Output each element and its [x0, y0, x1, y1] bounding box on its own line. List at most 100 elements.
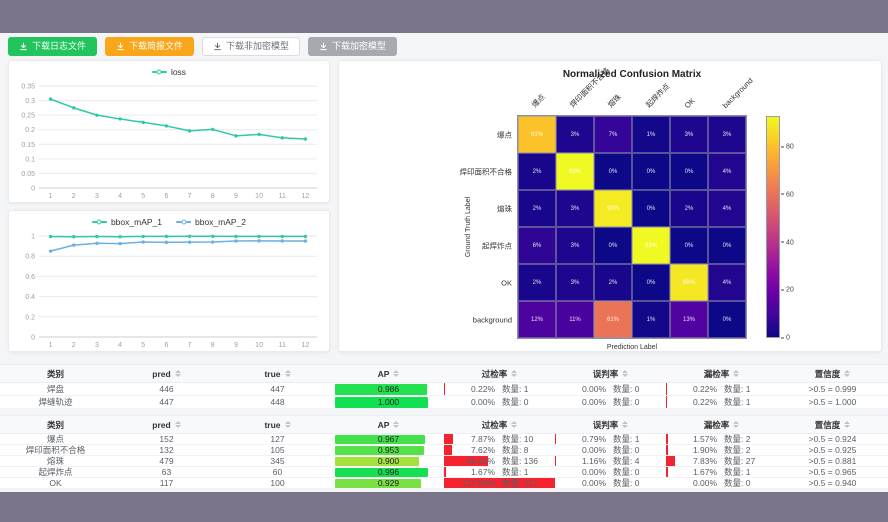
svg-text:0.35: 0.35	[21, 84, 35, 91]
svg-text:1: 1	[49, 193, 53, 200]
ap-bar	[335, 457, 419, 466]
download-plain-model-button[interactable]: 下载非加密模型	[202, 37, 300, 56]
rate-count: 数量: 117	[502, 478, 555, 489]
rate-percent: 0.00%	[555, 445, 606, 455]
sort-caret-icon[interactable]	[733, 370, 739, 377]
rate-count: 数量: 1	[724, 396, 777, 408]
matrix-cell: 0%	[708, 301, 746, 338]
dashboard: 下载日志文件 下载简报文件 下载非加密模型 下载加密模型	[0, 33, 888, 492]
legend-bbox_mAP_1[interactable]: bbox_mAP_1	[92, 217, 162, 227]
column-header-5[interactable]: 误判率	[555, 416, 666, 433]
matrix-cell: 3%	[556, 227, 594, 264]
svg-text:0.8: 0.8	[25, 254, 35, 261]
legend-label: bbox_mAP_1	[111, 217, 162, 227]
summary-table-defects: 类别predtrueAP过检率误判率漏检率置信度爆点1521270.9677.8…	[0, 415, 888, 489]
rate-count: 数量: 0	[724, 478, 777, 489]
column-header-1[interactable]: pred	[111, 416, 222, 433]
svg-text:10: 10	[255, 193, 263, 200]
svg-text:0.25: 0.25	[21, 113, 35, 120]
ap-cell: 0.900	[333, 456, 444, 467]
sort-caret-icon[interactable]	[175, 421, 181, 428]
ap-value: 0.996	[378, 467, 399, 477]
table-header-row: 类别predtrueAP过检率误判率漏检率置信度	[0, 364, 888, 383]
rate-count: 数量: 136	[502, 456, 555, 467]
ap-value: 0.953	[378, 445, 399, 455]
svg-text:11: 11	[279, 193, 286, 200]
rate-cell: 1.67%数量: 1	[666, 467, 777, 478]
matrix-row-label: 爆点	[342, 129, 512, 140]
svg-text:6: 6	[164, 342, 168, 349]
column-header-7[interactable]: 置信度	[777, 416, 888, 433]
column-header-3[interactable]: AP	[333, 365, 444, 382]
matrix-cell: 4%	[708, 153, 746, 190]
download-report-button[interactable]: 下载简报文件	[105, 37, 194, 56]
rate-cell: 7.87%数量: 10	[444, 434, 555, 445]
legend-loss[interactable]: loss	[152, 67, 186, 77]
rate-cell: 117.00%数量: 117	[444, 478, 555, 489]
matrix-cell: 2%	[594, 264, 632, 301]
rate-percent: 7.83%	[666, 456, 717, 466]
svg-text:0.2: 0.2	[25, 314, 35, 321]
sort-caret-icon[interactable]	[622, 421, 628, 428]
legend-bbox_mAP_2[interactable]: bbox_mAP_2	[176, 217, 246, 227]
download-icon	[116, 42, 125, 51]
download-encrypted-model-button[interactable]: 下载加密模型	[308, 37, 397, 56]
rate-cell: 39.42%数量: 136	[444, 456, 555, 467]
sort-caret-icon[interactable]	[393, 370, 399, 377]
column-header-6[interactable]: 漏检率	[666, 365, 777, 382]
ap-cell: 0.953	[333, 445, 444, 456]
sort-caret-icon[interactable]	[285, 370, 291, 377]
rate-cell: 0.22%数量: 1	[666, 383, 777, 396]
rate-percent: 0.22%	[666, 384, 717, 394]
column-header-1[interactable]: pred	[111, 365, 222, 382]
legend-line-icon	[152, 71, 167, 73]
sort-caret-icon[interactable]	[393, 421, 399, 428]
column-header-5[interactable]: 误判率	[555, 365, 666, 382]
sort-caret-icon[interactable]	[844, 370, 850, 377]
sort-caret-icon[interactable]	[511, 421, 517, 428]
rate-cell: 7.62%数量: 8	[444, 445, 555, 456]
rate-percent: 0.22%	[666, 397, 717, 407]
rate-percent: 0.00%	[666, 478, 717, 488]
sort-caret-icon[interactable]	[175, 370, 181, 377]
matrix-cell: 2%	[518, 153, 556, 190]
column-header-6[interactable]: 漏检率	[666, 416, 777, 433]
matrix-cell: 1%	[632, 301, 670, 338]
svg-text:0.3: 0.3	[25, 98, 35, 105]
column-header-4[interactable]: 过检率	[444, 365, 555, 382]
sort-caret-icon[interactable]	[733, 421, 739, 428]
download-icon	[213, 42, 222, 51]
matrix-cell: 81%	[518, 116, 556, 153]
rate-cell: 7.83% 数量: 27	[666, 456, 777, 467]
rate-cell: 0.00%数量: 0	[555, 478, 666, 489]
column-header-3[interactable]: AP	[333, 416, 444, 433]
sort-caret-icon[interactable]	[511, 370, 517, 377]
column-header-2[interactable]: true	[222, 365, 333, 382]
column-header-2[interactable]: true	[222, 416, 333, 433]
sort-caret-icon[interactable]	[844, 421, 850, 428]
svg-text:10: 10	[255, 342, 263, 349]
column-header-7[interactable]: 置信度	[777, 365, 888, 382]
column-header-4[interactable]: 过检率	[444, 416, 555, 433]
sort-caret-icon[interactable]	[622, 370, 628, 377]
class-name-cell: 爆点	[0, 434, 111, 445]
svg-text:1: 1	[31, 234, 35, 241]
ap-cell: 1.000	[333, 396, 444, 409]
rate-count: 数量: 0	[613, 383, 666, 395]
rate-percent: 0.00%	[444, 397, 495, 407]
download-plain-model-label: 下载非加密模型	[226, 42, 289, 51]
svg-text:3: 3	[95, 193, 99, 200]
svg-text:0: 0	[31, 335, 35, 342]
map-chart-card: bbox_mAP_1bbox_mAP_2 00.20.40.60.8112345…	[8, 210, 330, 352]
sort-caret-icon[interactable]	[285, 421, 291, 428]
svg-text:0.15: 0.15	[21, 142, 35, 149]
download-encrypted-model-label: 下载加密模型	[332, 42, 386, 51]
matrix-cell: 1%	[632, 116, 670, 153]
ap-value: 0.986	[378, 384, 399, 394]
rate-percent: 0.00%	[555, 384, 606, 394]
rate-count: 数量: 27	[724, 456, 777, 467]
app-viewport: 下载日志文件 下载简报文件 下载非加密模型 下载加密模型	[0, 0, 888, 522]
ap-cell: 0.986	[333, 383, 444, 396]
true-cell: 100	[222, 478, 333, 489]
download-log-button[interactable]: 下载日志文件	[8, 37, 97, 56]
